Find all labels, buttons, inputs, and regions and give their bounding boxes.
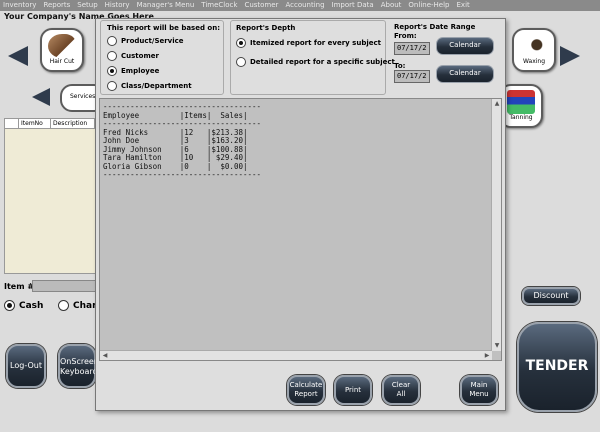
from-label: From: [394,32,417,40]
menu-item-setup[interactable]: Setup [77,1,97,9]
basis-option-label: Product/Service [121,37,184,45]
payment-cash-radio[interactable]: Cash [4,300,43,311]
arrow-right-icon[interactable] [560,46,580,66]
scroll-left-icon[interactable]: ◀ [100,351,110,361]
items-col-blank [5,119,19,128]
radio-unselected-icon [58,300,69,311]
basis-option-product[interactable]: Product/Service [107,36,184,46]
menu-item-customer[interactable]: Customer [244,1,278,9]
payment-cash-label: Cash [19,301,44,311]
item-number-label: Item # [4,282,35,291]
payment-charge-label: Char [73,301,97,311]
items-table[interactable]: ItemNo Description [4,118,96,274]
horizontal-scrollbar[interactable]: ◀ ▶ [100,350,492,360]
discount-button[interactable]: Discount [522,287,580,305]
arrow-left-icon[interactable] [8,46,28,66]
menu-item-reports[interactable]: Reports [43,1,70,9]
radio-unselected-icon [107,36,117,46]
clear-all-button[interactable]: Clear All [382,375,420,405]
category-haircut-button[interactable]: Hair Cut [40,28,84,72]
depth-option-label: Itemized report for every subject [250,39,381,47]
radio-unselected-icon [236,57,246,67]
report-depth-title: Report's Depth [236,24,296,32]
basis-option-label: Employee [121,67,160,75]
to-date-field[interactable]: 07/17/2 [394,70,430,83]
radio-selected-icon [107,66,117,76]
scroll-down-icon[interactable]: ▼ [492,341,502,351]
report-basis-title: This report will be based on: [107,24,221,32]
scroll-right-icon[interactable]: ▶ [482,351,492,361]
haircut-icon [48,34,76,58]
category-waxing-label: Waxing [522,58,546,65]
depth-option-itemized[interactable]: Itemized report for every subject [236,38,381,48]
report-text: ----------------------------------- Empl… [103,102,262,179]
basis-option-employee[interactable]: Employee [107,66,159,76]
to-label: To: [394,62,406,70]
menu-item-online-help[interactable]: Online-Help [408,1,449,9]
depth-option-label: Detailed report for a specific subject [250,58,395,66]
radio-selected-icon [4,300,15,311]
report-basis-group: This report will be based on: Product/Se… [100,20,224,95]
from-date-field[interactable]: 07/17/2 [394,42,430,55]
date-range-title: Report's Date Range [394,23,476,31]
basis-option-customer[interactable]: Customer [107,51,159,61]
category-tanning-label: Tanning [509,114,533,121]
logout-button[interactable]: Log-Out [6,344,46,388]
vertical-scrollbar[interactable]: ▲ ▼ [491,99,501,351]
menu-item-exit[interactable]: Exit [457,1,470,9]
radio-selected-icon [236,38,246,48]
tender-button[interactable]: TENDER [517,322,597,412]
report-dialog: This report will be based on: Product/Se… [95,18,506,411]
from-calendar-button[interactable]: Calendar [436,37,494,55]
item-number-input[interactable] [32,280,96,292]
menu-item-timeclock[interactable]: TimeClock [201,1,237,9]
items-table-header: ItemNo Description [5,119,95,129]
to-calendar-button[interactable]: Calendar [436,65,494,83]
print-button[interactable]: Print [334,375,372,405]
menu-item-history[interactable]: History [105,1,130,9]
depth-option-detailed[interactable]: Detailed report for a specific subject [236,57,395,67]
onscreen-keyboard-button[interactable]: OnScreen Keyboard [58,344,99,388]
scroll-up-icon[interactable]: ▲ [492,99,502,109]
report-output-area[interactable]: ----------------------------------- Empl… [99,98,502,361]
tanning-icon [507,90,535,114]
menu-item-import-data[interactable]: Import Data [332,1,374,9]
menu-item-accounting[interactable]: Accounting [285,1,324,9]
radio-unselected-icon [107,81,117,91]
menu-bar: Inventory Reports Setup History Manager's Me… [0,0,600,11]
main-menu-button[interactable]: Main Menu [460,375,498,405]
basis-option-label: Class/Department [121,82,192,90]
report-depth-group: Report's Depth Itemized report for every… [230,20,395,95]
category-waxing-button[interactable]: Waxing [512,28,556,72]
items-col-description: Description [51,119,95,128]
menu-item-inventory[interactable]: Inventory [3,1,36,9]
radio-unselected-icon [107,51,117,61]
date-range-group: Report's Date Range From: 07/17/2 Calend… [390,20,503,95]
payment-charge-radio[interactable]: Char [58,300,97,311]
basis-option-class[interactable]: Class/Department [107,81,192,91]
menu-item-about[interactable]: About [381,1,402,9]
arrow-left-small-icon[interactable] [32,88,50,106]
category-haircut-label: Hair Cut [49,58,75,65]
calculate-report-button[interactable]: Calculate Report [287,375,325,405]
waxing-icon [520,34,548,58]
items-col-itemno: ItemNo [19,119,51,128]
basis-option-label: Customer [121,52,159,60]
menu-item-manager-s-menu[interactable]: Manager's Menu [137,1,195,9]
